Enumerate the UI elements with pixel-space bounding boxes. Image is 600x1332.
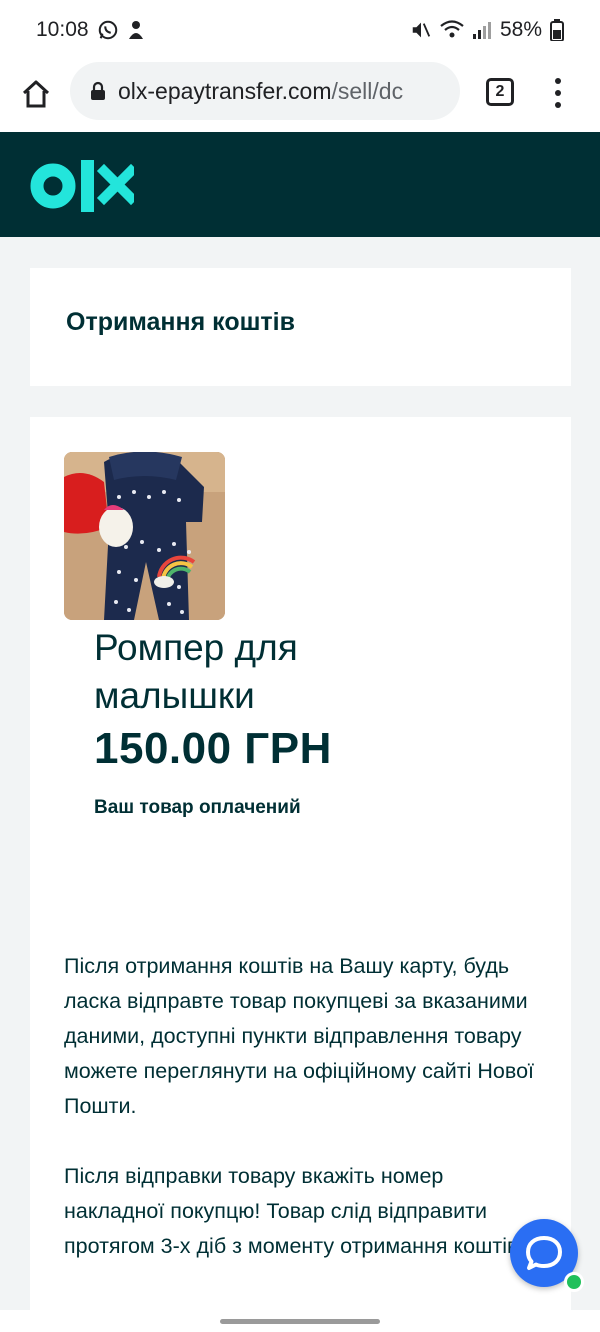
menu-dot [555, 90, 561, 96]
battery-percent: 58% [499, 18, 542, 41]
status-time: 10:08 [36, 18, 89, 41]
url-domain: olx-epaytransfer.com [118, 77, 332, 104]
menu-dot [555, 102, 561, 108]
page-title-card: Отримання коштів [30, 268, 571, 386]
online-indicator [564, 1272, 584, 1292]
home-icon [22, 80, 50, 108]
product-name: Ромпер для малышки [94, 627, 298, 716]
browser-menu-button[interactable] [548, 78, 568, 108]
browser-toolbar: olx-epaytransfer.com/sell/dc 2 [0, 60, 600, 132]
url-text: olx-epaytransfer.com/sell/dc [118, 78, 403, 105]
olx-logo[interactable] [30, 157, 139, 220]
lock-icon [90, 81, 106, 101]
tab-switcher-button[interactable]: 2 [486, 78, 514, 106]
page-title: Отримання коштів [66, 308, 295, 336]
notification-icon [127, 19, 145, 41]
navigation-area [0, 1310, 600, 1332]
url-path: /sell/dc [331, 77, 404, 104]
site-header [0, 132, 600, 237]
status-bar: 10:08 58% [0, 0, 600, 60]
wifi-icon [440, 20, 464, 40]
product-image [64, 452, 225, 620]
shipping-instructions: Після отримання коштів на Вашу карту, бу… [64, 954, 534, 1118]
mute-icon [410, 19, 432, 41]
menu-dot [555, 78, 561, 84]
whatsapp-icon [97, 19, 119, 41]
product-card: Ромпер для малышки 150.00 ГРН Ваш товар … [30, 417, 571, 1332]
battery-icon [550, 19, 564, 41]
tab-count: 2 [495, 83, 505, 100]
gesture-handle[interactable] [220, 1319, 380, 1324]
olx-logo-mark [30, 160, 139, 212]
product-price: 150.00 ГРН [94, 724, 332, 773]
chat-icon [526, 1236, 562, 1270]
address-bar[interactable]: olx-epaytransfer.com/sell/dc [70, 62, 460, 120]
signal-icon [472, 20, 492, 40]
payment-status: Ваш товар оплачений [94, 797, 301, 818]
home-button[interactable] [18, 76, 54, 112]
waybill-instructions: Після відправки товару вкажіть номер нак… [64, 1164, 519, 1258]
